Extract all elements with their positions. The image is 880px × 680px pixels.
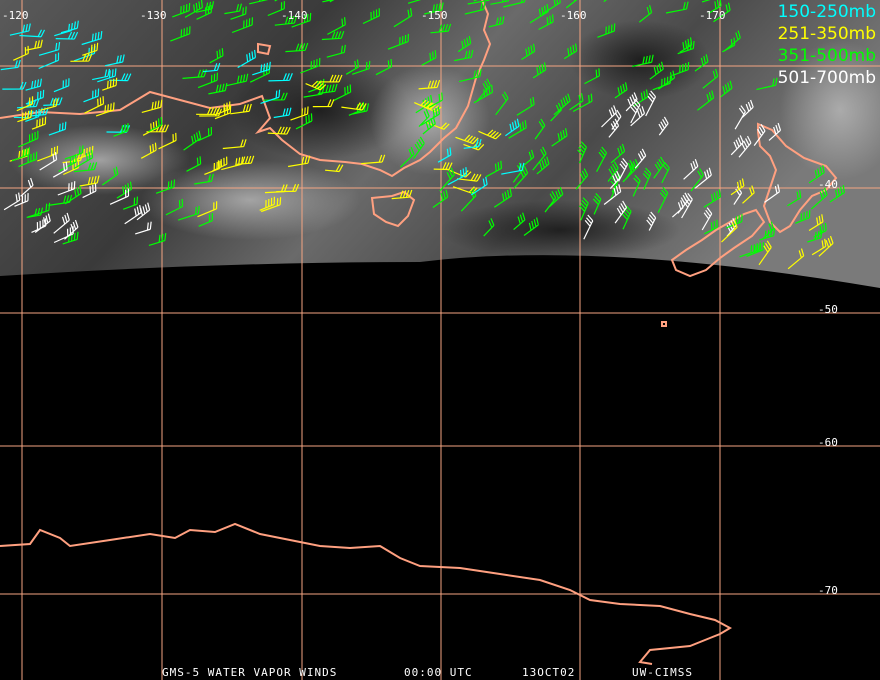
map-canvas bbox=[0, 0, 880, 680]
source-label: UW-CIMSS bbox=[632, 666, 693, 679]
longitude-label: -140 bbox=[281, 9, 308, 22]
longitude-label: -130 bbox=[140, 9, 167, 22]
dry-slot bbox=[440, 200, 680, 260]
product-label: GMS-5 WATER VAPOR WINDS bbox=[162, 666, 338, 679]
legend-351-500mb: 351-500mb bbox=[777, 46, 876, 66]
latitude-label: -40 bbox=[818, 178, 838, 191]
legend-251-350mb: 251-350mb bbox=[777, 24, 876, 44]
longitude-label: -150 bbox=[421, 9, 448, 22]
longitude-label: -160 bbox=[560, 9, 587, 22]
latitude-label: -50 bbox=[818, 303, 838, 316]
date-label: 13OCT02 bbox=[522, 666, 576, 679]
legend-150-250mb: 150-250mb bbox=[777, 2, 876, 22]
dry-slot bbox=[570, 20, 710, 100]
longitude-label: -170 bbox=[699, 9, 726, 22]
water-vapor-wind-map: -120 -130 -140 -150 -160 -170 -40 -50 -6… bbox=[0, 0, 880, 680]
latitude-label: -70 bbox=[818, 584, 838, 597]
moist-plume bbox=[10, 125, 190, 195]
latitude-label: -60 bbox=[818, 436, 838, 449]
time-label: 00:00 UTC bbox=[404, 666, 473, 679]
legend-501-700mb: 501-700mb bbox=[777, 68, 876, 88]
small-island bbox=[661, 321, 667, 327]
longitude-label: -120 bbox=[2, 9, 29, 22]
